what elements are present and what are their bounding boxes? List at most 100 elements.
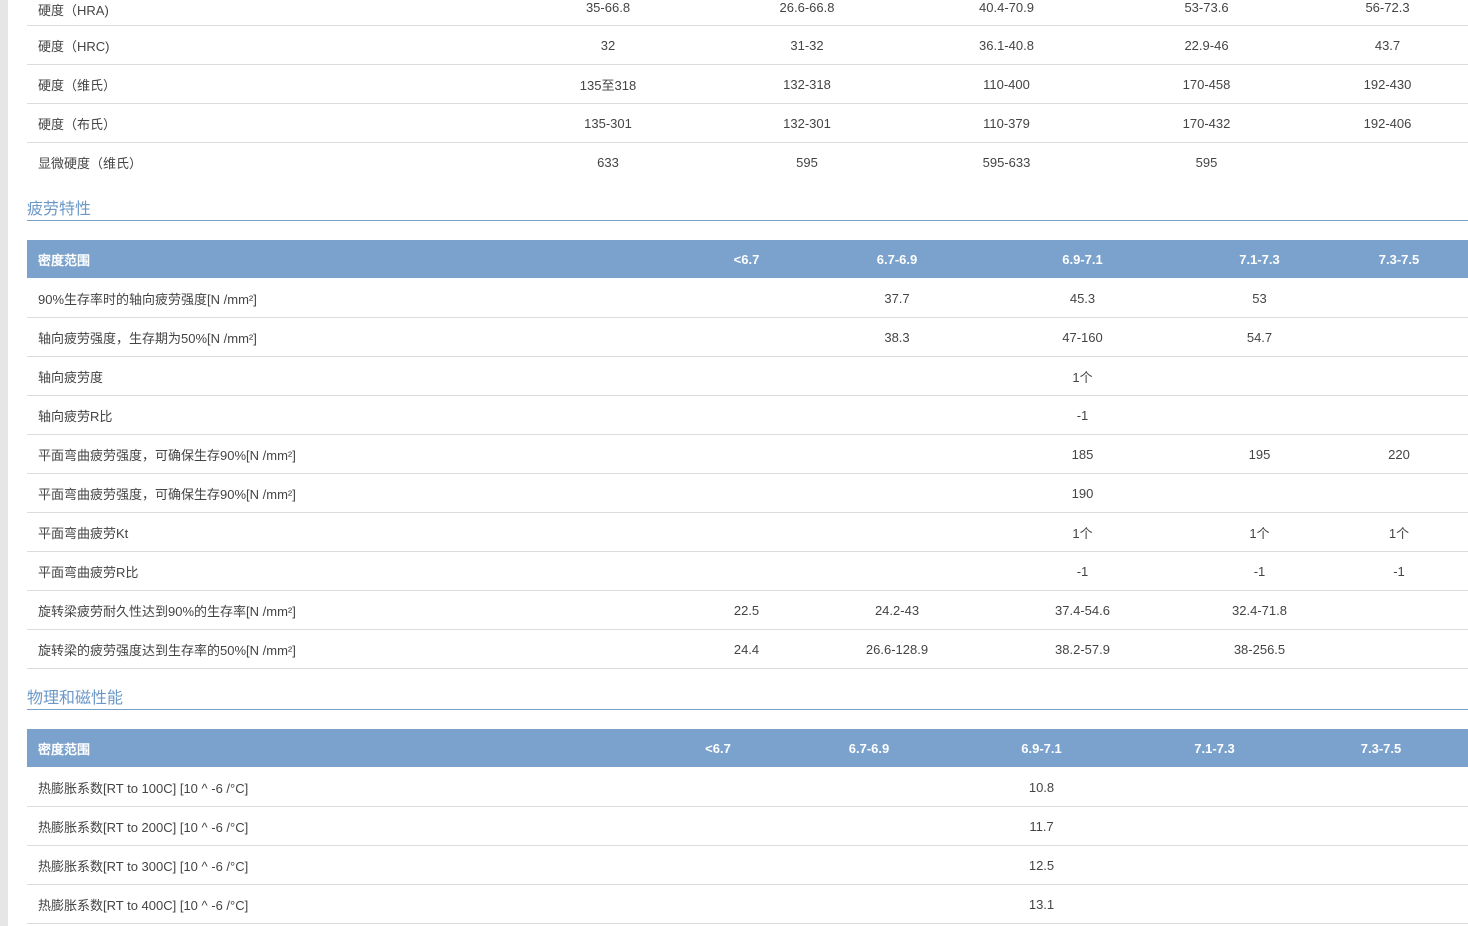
property-value [675, 434, 818, 474]
left-scroll-rail [0, 0, 8, 926]
property-value: 595-633 [982, 154, 1031, 170]
header-density-7-1-7-3[interactable]: 7.1-7.3 [1135, 729, 1294, 768]
property-value [675, 473, 818, 513]
property-value [818, 395, 976, 435]
property-value [1330, 356, 1468, 396]
property-value: 26.6-66.8 [707, 0, 907, 26]
property-value: 37.7 [818, 278, 976, 318]
property-value: 13.1 [948, 884, 1135, 924]
property-value [818, 434, 976, 474]
physical-section-title: 物理和磁性能 [27, 689, 1468, 710]
property-label: 热膨胀系数[RT to 200C] [10 ^ -6 /°C] [27, 806, 646, 846]
property-value: 11.7 [948, 806, 1135, 846]
property-value: 1个 [976, 512, 1189, 552]
fatigue-section-title: 疲劳特性 [27, 200, 1468, 221]
property-value: 53-73.6 [1106, 0, 1307, 26]
property-value: 185 [976, 434, 1189, 474]
physical-table: 密度范围 <6.7 6.7-6.9 6.9-7.1 7.1-7.3 7.3-7.… [27, 729, 1468, 924]
property-value: -1 [976, 395, 1189, 435]
property-value [790, 767, 948, 807]
property-value: 53 [1189, 278, 1330, 318]
property-value: 1个 [1330, 512, 1468, 552]
property-value [1330, 629, 1468, 669]
fatigue-table-body: 90%生存率时的轴向疲劳强度[N /mm²] 37.7 45.3 53 轴向疲劳强度，生… [27, 278, 1468, 669]
property-value [1135, 845, 1294, 885]
physical-row: 热膨胀系数[RT to 200C] [10 ^ -6 /°C] 11.7 [27, 806, 1468, 846]
fatigue-row: 平面弯曲疲劳强度，可确保生存90%[N /mm²] 190 [27, 473, 1468, 513]
property-value: 54.7 [1189, 317, 1330, 357]
property-value: 35-66.8 [509, 0, 707, 26]
property-value [646, 767, 790, 807]
header-density-6-9-7-1[interactable]: 6.9-7.1 [976, 240, 1189, 279]
property-value: 38.2-57.9 [976, 629, 1189, 669]
property-value [1330, 395, 1468, 435]
property-value [818, 512, 976, 552]
property-value [675, 278, 818, 318]
property-value: 192-406 [1307, 103, 1468, 143]
property-value: 22.9-46 [1106, 25, 1307, 65]
header-density-7-3-7-5[interactable]: 7.3-7.5 [1330, 240, 1468, 279]
property-value: 38.3 [818, 317, 976, 357]
property-value: 47-160 [976, 317, 1189, 357]
property-value [1189, 395, 1330, 435]
property-value: 135至318 [509, 64, 707, 104]
fatigue-row: 平面弯曲疲劳R比 -1 -1 -1 [27, 551, 1468, 591]
property-label: 平面弯曲疲劳Kt [27, 512, 675, 552]
property-value [1330, 590, 1468, 630]
property-value: 195 [1189, 434, 1330, 474]
property-value [1294, 884, 1468, 924]
property-value: 31-32 [707, 25, 907, 65]
property-value [790, 806, 948, 846]
property-label: 硬度（布氏） [27, 103, 509, 143]
property-value: -1 [1189, 551, 1330, 591]
property-value: 135-301 [509, 103, 707, 143]
property-value: 1个 [976, 356, 1189, 396]
property-label: 显微硬度（维氏） [38, 155, 143, 171]
property-value [818, 356, 976, 396]
header-density-7-3-7-5[interactable]: 7.3-7.5 [1294, 729, 1468, 768]
property-value: 32.4-71.8 [1189, 590, 1330, 630]
property-value [1135, 767, 1294, 807]
hardness-row: 硬度（维氏） 135至318 132-318 110-400 170-458 192-43… [27, 64, 1468, 104]
property-value: 38-256.5 [1189, 629, 1330, 669]
header-density-6-7-6-9[interactable]: 6.7-6.9 [818, 240, 976, 279]
property-value [646, 884, 790, 924]
property-label: 平面弯曲疲劳R比 [27, 551, 675, 591]
header-density-lt-6-7[interactable]: <6.7 [675, 240, 818, 279]
hardness-row: 硬度（HRC) 32 31-32 36.1-40.8 22.9-46 43.7 [27, 25, 1468, 65]
property-value [818, 473, 976, 513]
property-value [1330, 278, 1468, 318]
header-density-range[interactable]: 密度范围 [27, 729, 646, 768]
header-density-6-7-6-9[interactable]: 6.7-6.9 [790, 729, 948, 768]
property-value [675, 317, 818, 357]
property-label: 轴向疲劳R比 [27, 395, 675, 435]
property-label: 平面弯曲疲劳强度，可确保生存90%[N /mm²] [27, 473, 675, 513]
properties-content: 硬度（HRA) 35-66.8 26.6-66.8 40.4-70.9 53-73.6 5… [27, 0, 1468, 924]
property-value: 24.4 [675, 629, 818, 669]
property-label: 热膨胀系数[RT to 300C] [10 ^ -6 /°C] [27, 845, 646, 885]
property-value: 36.1-40.8 [907, 25, 1106, 65]
property-label: 热膨胀系数[RT to 400C] [10 ^ -6 /°C] [27, 884, 646, 924]
hardness-row: 硬度（布氏） 135-301 132-301 110-379 170-432 192-40… [27, 103, 1468, 143]
fatigue-row: 轴向疲劳度 1个 [27, 356, 1468, 396]
property-value [646, 845, 790, 885]
header-density-lt-6-7[interactable]: <6.7 [646, 729, 790, 768]
header-density-7-1-7-3[interactable]: 7.1-7.3 [1189, 240, 1330, 279]
property-label: 平面弯曲疲劳强度，可确保生存90%[N /mm²] [27, 434, 675, 474]
header-density-range[interactable]: 密度范围 [27, 240, 675, 279]
property-value [818, 551, 976, 591]
property-value: 10.8 [948, 767, 1135, 807]
property-value [1135, 806, 1294, 846]
property-label: 90%生存率时的轴向疲劳强度[N /mm²] [27, 278, 675, 318]
property-label: 旋转梁的疲劳强度达到生存率的50%[N /mm²] [27, 629, 675, 669]
header-density-6-9-7-1[interactable]: 6.9-7.1 [948, 729, 1135, 768]
property-value: 37.4-54.6 [976, 590, 1189, 630]
property-value [790, 884, 948, 924]
property-value: 633 [597, 154, 619, 170]
property-value: 45.3 [976, 278, 1189, 318]
physical-row: 热膨胀系数[RT to 100C] [10 ^ -6 /°C] 10.8 [27, 767, 1468, 807]
property-label: 热膨胀系数[RT to 100C] [10 ^ -6 /°C] [27, 767, 646, 807]
